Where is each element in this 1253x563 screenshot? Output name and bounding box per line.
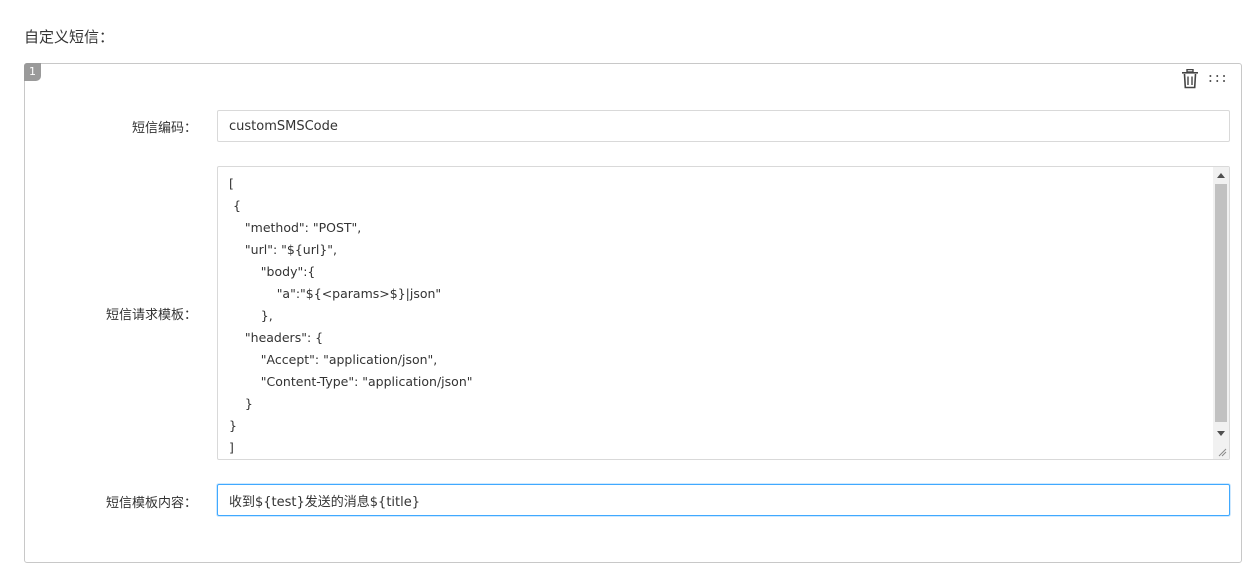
section-title: 自定义短信： <box>24 28 115 46</box>
drag-handle-icon[interactable]: ::: <box>1207 69 1229 89</box>
scroll-up-arrow-icon[interactable] <box>1217 173 1225 178</box>
sms-config-panel: 1 ::: 短信编码： 短信请求模板： [ { "method": "POST"… <box>24 63 1242 563</box>
sms-code-input[interactable] <box>217 110 1230 142</box>
scroll-down-arrow-icon[interactable] <box>1217 431 1225 436</box>
sms-request-template-textarea[interactable]: [ { "method": "POST", "url": "${url}", "… <box>217 166 1230 460</box>
sms-request-template-label: 短信请求模板： <box>105 308 197 323</box>
textarea-scrollbar[interactable] <box>1213 167 1229 459</box>
trash-icon[interactable] <box>1181 69 1199 89</box>
scroll-thumb[interactable] <box>1215 184 1227 422</box>
sms-code-label: 短信编码： <box>131 121 197 136</box>
sms-template-content-label: 短信模板内容： <box>105 496 197 511</box>
request-template-content[interactable]: [ { "method": "POST", "url": "${url}", "… <box>229 173 473 459</box>
sms-template-content-input[interactable] <box>217 484 1230 516</box>
panel-toolbar: ::: <box>1181 69 1229 89</box>
resize-grip-icon[interactable] <box>1217 447 1227 457</box>
item-index-badge: 1 <box>24 63 41 81</box>
